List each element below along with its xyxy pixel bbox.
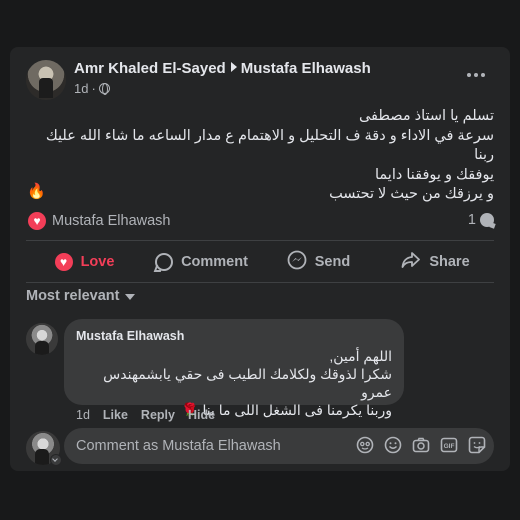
messenger-icon [287, 250, 307, 274]
love-reaction-icon[interactable] [28, 212, 46, 230]
comment-author[interactable]: Mustafa Elhawash [76, 329, 184, 343]
comment-time[interactable]: 1d [76, 408, 90, 422]
commenter-avatar[interactable] [26, 323, 58, 355]
comment-composer: Comment as Mustafa Elhawash GIF [64, 428, 494, 464]
globe-icon [98, 83, 110, 95]
comment-bubble-icon [480, 213, 494, 227]
comment-hide-button[interactable]: Hide [188, 408, 215, 422]
post-line: تسلم يا استاذ مصطفى [358, 108, 494, 124]
comment-count-value: 1 [467, 212, 476, 228]
send-label: Send [314, 254, 351, 270]
comment-sort-dropdown[interactable]: Most relevant [26, 288, 136, 304]
post-body: تسلم يا استاذ مصطفى سرعة في الاداء و دقة… [26, 107, 494, 205]
post-line: سرعة في الاداء و دقة ف التحليل و الاهتما… [45, 127, 494, 164]
comment-line: اللهم أمين, [329, 348, 392, 364]
camera-icon[interactable] [412, 436, 430, 454]
avatar-sticker-icon[interactable] [356, 436, 374, 454]
compose-avatar[interactable] [26, 431, 62, 466]
comment-line: شكرا لذوقك ولكلامك الطيب فى حقي يابشمهند… [103, 366, 392, 400]
comment-like-button[interactable]: Like [103, 408, 128, 422]
share-icon [401, 251, 421, 273]
comment-bubble: Mustafa Elhawash اللهم أمين, شكرا لذوقك … [64, 319, 404, 418]
author-name[interactable]: Amr Khaled El-Sayed [74, 60, 226, 77]
send-button[interactable]: Send [260, 244, 377, 280]
post-time[interactable]: 1d [74, 81, 88, 96]
post-author-line: Amr Khaled El-Sayed Mustafa Elhawash [74, 60, 371, 77]
comment-input[interactable]: Comment as Mustafa Elhawash [76, 438, 281, 454]
sort-label: Most relevant [26, 288, 120, 304]
share-label: Share [429, 254, 470, 270]
share-button[interactable]: Share [377, 244, 494, 280]
gif-icon[interactable]: GIF [440, 436, 458, 454]
love-button[interactable]: Love [26, 244, 143, 280]
fire-emoji: 🔥 [27, 183, 46, 200]
love-label: Love [80, 254, 115, 270]
comment-count[interactable]: 1 [468, 212, 494, 228]
comment-icon [155, 253, 174, 271]
caret-down-icon [125, 294, 136, 300]
more-options-icon[interactable] [466, 69, 486, 81]
sticker-icon[interactable] [468, 436, 486, 454]
post-header: Amr Khaled El-Sayed Mustafa Elhawash 1d · [26, 59, 496, 100]
emoji-icon[interactable] [384, 436, 402, 454]
svg-text:GIF: GIF [444, 443, 455, 450]
reactions-bar: Mustafa Elhawash 1 [26, 210, 494, 232]
comment-actions: 1d Like Reply Hide [76, 408, 215, 422]
post-meta: 1d · [74, 81, 110, 96]
comment-button[interactable]: Comment [143, 244, 260, 280]
triangle-right-icon [230, 62, 237, 72]
post-actions: Love Comment Send Share [26, 244, 494, 280]
comment-reply-button[interactable]: Reply [141, 408, 175, 422]
comment-line: وربنا يكرمنا فى الشغل اللى ما بنا [202, 402, 392, 418]
author-avatar[interactable] [26, 60, 66, 100]
comment-label: Comment [181, 254, 248, 270]
chevron-down-icon[interactable] [50, 454, 62, 466]
reactor-name[interactable]: Mustafa Elhawash [52, 213, 170, 229]
divider [26, 282, 494, 283]
post-card: Amr Khaled El-Sayed Mustafa Elhawash 1d ·… [10, 47, 510, 471]
post-line: يوفقك و يوفقنا دايما [374, 166, 494, 183]
composer-tools: GIF [356, 436, 486, 454]
post-line: و يرزقك من حيث لا تحتسب [329, 186, 494, 202]
love-icon [54, 253, 73, 271]
divider [26, 240, 494, 241]
target-name[interactable]: Mustafa Elhawash [241, 60, 371, 77]
